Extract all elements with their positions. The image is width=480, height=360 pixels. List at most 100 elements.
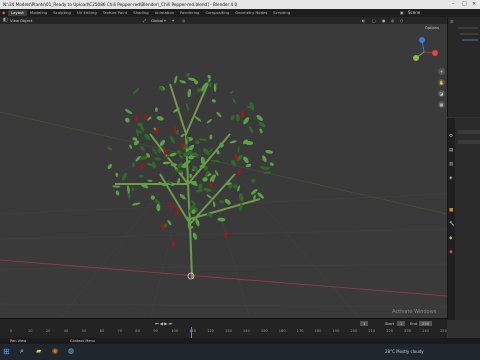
tab-layout[interactable]: Layout <box>8 10 27 16</box>
render-tab-icon[interactable]: ▤ <box>449 148 453 153</box>
outliner-row-collection[interactable] <box>460 33 478 35</box>
timeline-tick-label: 170 <box>296 329 304 333</box>
object-name-field[interactable] <box>458 130 480 134</box>
leaf <box>233 184 238 189</box>
timeline-tick-label: 120 <box>207 329 214 333</box>
camera-icon[interactable]: ◪ <box>438 90 445 97</box>
chili-pepper <box>143 113 147 121</box>
scene-selector[interactable]: Scene <box>408 10 444 15</box>
shading-solid-icon[interactable]: ● <box>382 18 385 23</box>
chili-pepper-plant[interactable] <box>107 72 275 279</box>
start-frame-field[interactable]: 1 <box>397 321 406 326</box>
leaf <box>156 116 164 121</box>
blender-logo-icon[interactable]: ◉ <box>2 10 6 15</box>
proportional-edit-icon[interactable]: ◎ <box>182 18 185 23</box>
leaf <box>169 152 177 157</box>
navigation-gizmo[interactable] <box>408 36 440 68</box>
leaf <box>115 190 120 196</box>
chili-pepper <box>241 110 244 118</box>
search-icon[interactable]: ⌕ <box>20 347 24 356</box>
leaf <box>237 146 240 153</box>
weather-widget[interactable]: 28°C Mostly cloudy <box>385 349 424 354</box>
current-frame-field[interactable]: 1 <box>360 321 369 326</box>
tab-rendering[interactable]: Rendering <box>177 10 202 16</box>
leaf <box>147 179 153 182</box>
scene-icon[interactable]: ▣ <box>400 10 404 15</box>
blender-taskbar-icon[interactable]: ◉ <box>52 347 58 355</box>
object-tab-icon[interactable]: ■ <box>449 208 453 213</box>
maximize-icon[interactable]: □ <box>462 1 467 7</box>
file-explorer-icon[interactable]: ▰ <box>36 347 41 355</box>
leaf <box>199 138 207 141</box>
tool-tab-icon[interactable]: ⚙ <box>449 134 453 139</box>
x-axis-line <box>0 259 447 297</box>
browser-icon[interactable]: ◍ <box>68 347 74 355</box>
leaf <box>224 198 231 205</box>
leaf <box>167 220 172 226</box>
view-menu[interactable]: View <box>10 18 19 23</box>
timeline-tick-label: 130 <box>225 329 232 333</box>
zoom-icon[interactable]: + <box>438 68 445 75</box>
leaf <box>126 185 130 194</box>
leaf <box>154 107 158 112</box>
scene-tab-icon[interactable]: ◈ <box>449 176 452 181</box>
leaf <box>243 117 250 125</box>
editor-type-icon[interactable]: ◧ <box>3 17 8 23</box>
timeline-tick-label: 70 <box>117 329 123 333</box>
start-icon[interactable]: ⊞ <box>3 347 10 356</box>
leaf <box>176 129 179 135</box>
play-controls[interactable]: ⏮ ◀ ▶ ⏭ <box>155 321 172 326</box>
tab-animation[interactable]: Animation <box>152 10 177 16</box>
tab-compositing[interactable]: Compositing <box>202 10 232 16</box>
timeline-tick-label: 160 <box>278 329 286 333</box>
material-tab-icon[interactable]: ◉ <box>449 250 453 255</box>
chili-pepper <box>140 162 143 170</box>
outliner-row-object[interactable] <box>462 39 478 41</box>
leaf <box>265 150 273 154</box>
tab-texture-paint[interactable]: Texture Paint <box>100 10 131 16</box>
timeline-tick-label: 0 <box>10 329 13 333</box>
timeline-panel[interactable]: ⏮ ◀ ▶ ⏭ 1 Start 1 End 250 0 10 20 40 50 60 70 8… <box>0 318 447 339</box>
tab-geometry-nodes[interactable]: Geometry Nodes <box>232 10 270 16</box>
modifier-tab-icon[interactable]: 🔧 <box>449 222 455 227</box>
properties-panel[interactable]: ⚙ ▤ ▥ ◈ ■ 🔧 ◆ ◉ <box>447 118 480 320</box>
outliner-panel[interactable]: ☰ <box>447 17 480 117</box>
viewport-header: ◧ View Object ⤢ Global ▾ ⌖ ◎ ◐ ▢ ● ◍ ○ <box>0 17 447 24</box>
timeline-tick-label: 150 <box>260 329 268 333</box>
overlays-icon[interactable]: ◐ <box>362 18 365 23</box>
xray-icon[interactable]: ▢ <box>372 18 376 23</box>
shading-material-icon[interactable]: ◍ <box>391 18 394 23</box>
close-icon[interactable]: × <box>472 1 476 7</box>
leaf <box>206 119 212 124</box>
chili-pepper <box>176 208 180 215</box>
workspace-tabs: Layout Modeling Sculpting UV Editing Texture… <box>8 10 293 16</box>
leaf <box>132 87 140 95</box>
tab-shading[interactable]: Shading <box>130 10 151 16</box>
output-tab-icon[interactable]: ▥ <box>449 162 453 167</box>
tab-uv-editing[interactable]: UV Editing <box>74 10 100 16</box>
end-frame-field[interactable]: 250 <box>419 321 433 326</box>
minimize-icon[interactable]: – <box>452 1 455 7</box>
snap-icon[interactable]: ⌖ <box>172 18 174 23</box>
orientation-dropdown[interactable]: Global <box>151 18 163 23</box>
tab-scripting[interactable]: Scripting <box>270 10 293 16</box>
grid-view-icon[interactable]: ▦ <box>438 101 445 108</box>
shading-rendered-icon[interactable]: ○ <box>400 18 403 23</box>
tab-sculpting[interactable]: Sculpting <box>50 10 74 16</box>
3d-viewport[interactable]: Options + ✋ ◪ ▦ Activate Windows <box>0 24 447 319</box>
leaf <box>243 156 249 163</box>
orientation-icon[interactable]: ⤢ <box>143 18 146 23</box>
outliner-row-scene[interactable] <box>458 27 478 29</box>
object-menu[interactable]: Object <box>20 18 32 23</box>
data-name-field[interactable] <box>458 140 480 144</box>
tab-modeling[interactable]: Modeling <box>27 10 50 16</box>
status-right: Context Menu <box>70 339 96 343</box>
timeline-tick-label: 250 <box>440 329 447 333</box>
outliner-icon[interactable]: ☰ <box>450 19 454 24</box>
pan-hand-icon[interactable]: ✋ <box>438 79 445 86</box>
constraint-tab-icon[interactable]: ◆ <box>449 236 452 241</box>
options-menu[interactable]: Options <box>425 26 439 30</box>
chevron-down-icon[interactable]: ▾ <box>164 18 166 23</box>
leaf <box>107 163 112 170</box>
viewport-canvas[interactable] <box>0 24 447 319</box>
